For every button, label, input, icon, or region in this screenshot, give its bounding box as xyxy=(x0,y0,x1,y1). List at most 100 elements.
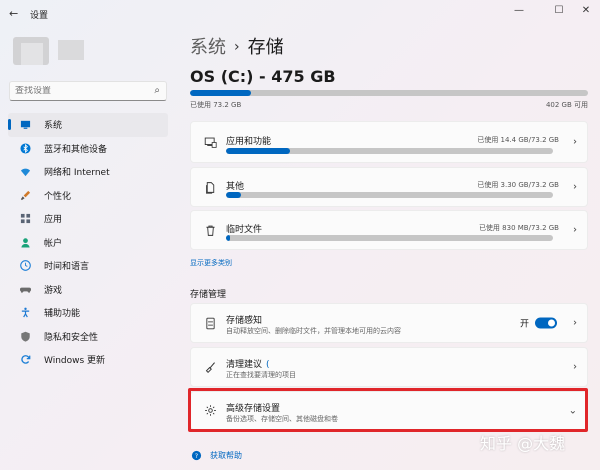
search-input[interactable] xyxy=(15,86,145,96)
apps-icon xyxy=(18,212,32,226)
storage-sense-card[interactable]: 存储感知 自动释放空间、删除临时文件，并管理本地可用的云内容 开 › xyxy=(190,303,588,343)
category-value: 已使用 830 MB/73.2 GB xyxy=(478,224,559,232)
cleanup-subtitle: 正在查找要清理的项目 xyxy=(226,371,296,379)
sidebar-item-label: 应用 xyxy=(44,215,63,226)
toggle-state-label: 开 xyxy=(519,319,529,330)
shield-icon xyxy=(18,329,32,343)
trash-icon xyxy=(202,222,218,238)
minimize-button[interactable]: — xyxy=(508,3,530,19)
category-card-temp[interactable]: 临时文件 已使用 830 MB/73.2 GB › xyxy=(190,210,588,250)
gear-icon xyxy=(202,403,218,419)
category-value: 已使用 14.4 GB/73.2 GB xyxy=(477,136,559,144)
accessibility-icon xyxy=(18,306,32,320)
show-more-categories-link[interactable]: 显示更多类别 xyxy=(190,258,232,268)
chevron-right-icon: › xyxy=(573,224,577,236)
sidebar-item[interactable]: 个性化 xyxy=(8,184,168,208)
cleanup-title-text: 清理建议 xyxy=(226,360,263,370)
bluetooth-icon xyxy=(18,141,32,155)
brush-icon xyxy=(18,188,32,202)
sidebar-item[interactable]: 应用 xyxy=(8,207,168,231)
sidebar-item[interactable]: 隐私和安全性 xyxy=(8,325,168,349)
sidebar-item-label: 隐私和安全性 xyxy=(44,332,99,343)
search-box[interactable]: ⌕ xyxy=(9,81,167,101)
profile-name xyxy=(58,40,84,60)
sidebar-item-label: Windows 更新 xyxy=(44,356,106,367)
sidebar-item-label: 蓝牙和其他设备 xyxy=(44,144,108,155)
storage-drive-icon xyxy=(202,315,218,331)
category-usage-bar xyxy=(226,148,553,154)
app-title: 设置 xyxy=(30,11,49,21)
sidebar-item[interactable]: 蓝牙和其他设备 xyxy=(8,137,168,161)
sidebar-item-label: 游戏 xyxy=(44,285,63,296)
sidebar-item-label: 辅助功能 xyxy=(44,309,81,320)
watermark: 知乎 @大魏 xyxy=(480,434,566,453)
wifi-icon xyxy=(18,165,32,179)
category-usage-fill xyxy=(226,192,241,198)
chevron-right-icon: › xyxy=(573,181,577,193)
chevron-right-icon: › xyxy=(573,317,577,329)
help-icon: ? xyxy=(190,449,202,461)
search-icon[interactable]: ⌕ xyxy=(154,82,160,100)
drive-used-label: 已使用 73.2 GB xyxy=(190,101,242,109)
apps-features-icon xyxy=(202,134,218,150)
sidebar-item-label: 帐户 xyxy=(44,238,63,249)
close-button[interactable]: ✕ xyxy=(575,3,597,19)
back-arrow-icon[interactable]: ← xyxy=(9,7,18,20)
chevron-right-icon: › xyxy=(573,136,577,148)
chevron-right-icon: › xyxy=(573,361,577,373)
category-value: 已使用 3.30 GB/73.2 GB xyxy=(477,181,559,189)
page-title: 存储 xyxy=(247,37,284,58)
advanced-storage-settings-card[interactable]: 高级存储设置 备份选项、存储空间、其他磁盘和卷 ⌄ xyxy=(190,391,588,430)
other-files-icon xyxy=(202,179,218,195)
storage-sense-title: 存储感知 xyxy=(226,316,263,326)
category-usage-fill xyxy=(226,235,230,241)
sidebar-item[interactable]: 网络和 Internet xyxy=(8,160,168,184)
category-label: 其他 xyxy=(226,182,245,192)
drive-free-label: 402 GB 可用 xyxy=(545,101,588,109)
loading-spinner-icon: ( xyxy=(266,360,270,370)
storage-management-heading: 存储管理 xyxy=(190,290,227,300)
chevron-down-icon: ⌄ xyxy=(568,405,577,416)
category-card-apps[interactable]: 应用和功能 已使用 14.4 GB/73.2 GB › xyxy=(190,121,588,163)
drive-title: OS (C:) - 475 GB xyxy=(190,67,336,86)
avatar[interactable] xyxy=(13,37,49,65)
category-usage-bar xyxy=(226,192,553,198)
sidebar-item[interactable]: 系统 xyxy=(8,113,168,137)
breadcrumb-parent[interactable]: 系统 xyxy=(190,37,226,58)
category-card-other[interactable]: 其他 已使用 3.30 GB/73.2 GB › xyxy=(190,167,588,207)
advanced-storage-title: 高级存储设置 xyxy=(226,404,281,414)
storage-sense-subtitle: 自动释放空间、删除临时文件，并管理本地可用的云内容 xyxy=(226,327,401,335)
gamepad-icon xyxy=(18,282,32,296)
sidebar-item-label: 网络和 Internet xyxy=(44,168,110,179)
breadcrumb: 系统 › 存储 xyxy=(190,33,284,59)
person-icon xyxy=(18,235,32,249)
storage-sense-toggle[interactable] xyxy=(535,317,557,329)
title-bar: ← 设置 — ☐ ✕ xyxy=(0,0,600,28)
svg-text:?: ? xyxy=(194,451,197,459)
sidebar-nav: 系统蓝牙和其他设备 网络和 Internet 个性化应用帐户时间和语言游戏辅助功能隐… xyxy=(8,113,168,372)
sidebar-item[interactable]: 帐户 xyxy=(8,231,168,255)
drive-usage-bar xyxy=(190,90,588,96)
sidebar-item-label: 个性化 xyxy=(44,191,72,202)
globe-clock-icon xyxy=(18,259,32,273)
sidebar-item[interactable]: 辅助功能 xyxy=(8,301,168,325)
maximize-button[interactable]: ☐ xyxy=(548,3,570,19)
monitor-icon xyxy=(18,118,32,132)
category-usage-bar xyxy=(226,235,553,241)
category-usage-fill xyxy=(226,148,291,154)
get-help[interactable]: ? 获取帮助 xyxy=(190,449,242,461)
get-help-link[interactable]: 获取帮助 xyxy=(210,450,242,461)
sidebar-item[interactable]: 时间和语言 xyxy=(8,254,168,278)
category-label: 应用和功能 xyxy=(226,137,272,147)
sidebar-item[interactable]: Windows 更新 xyxy=(8,348,168,372)
sidebar-item-label: 系统 xyxy=(44,121,63,132)
drive-usage-fill xyxy=(190,90,252,96)
cleanup-title: 清理建议( xyxy=(226,357,270,370)
sidebar-item-label: 时间和语言 xyxy=(44,262,90,273)
advanced-storage-subtitle: 备份选项、存储空间、其他磁盘和卷 xyxy=(226,415,338,423)
cleanup-recommendations-card[interactable]: 清理建议( 正在查找要清理的项目 › xyxy=(190,347,588,387)
sidebar-item[interactable]: 游戏 xyxy=(8,278,168,302)
category-label: 临时文件 xyxy=(226,225,263,235)
broom-icon xyxy=(202,359,218,375)
update-icon xyxy=(18,353,32,367)
